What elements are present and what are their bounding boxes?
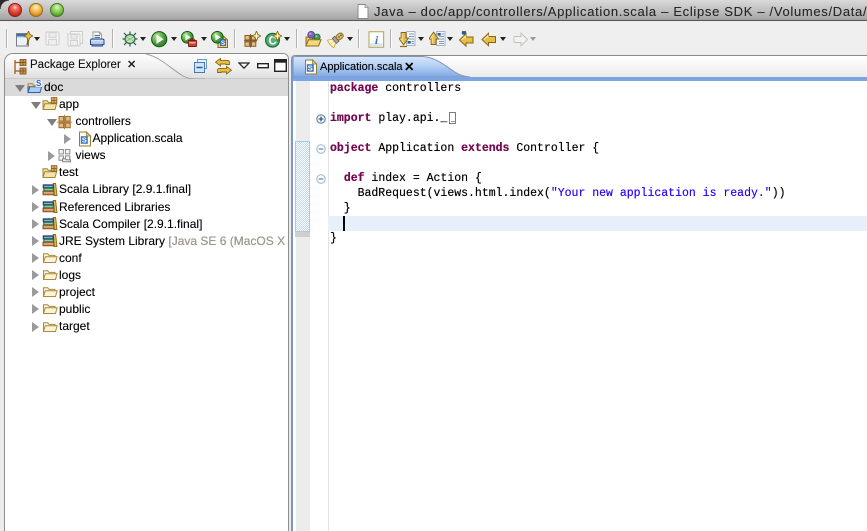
svg-text:S: S (220, 40, 225, 47)
svg-text:S: S (308, 63, 313, 72)
svg-text:S: S (82, 135, 87, 144)
svg-text:S: S (36, 80, 42, 88)
